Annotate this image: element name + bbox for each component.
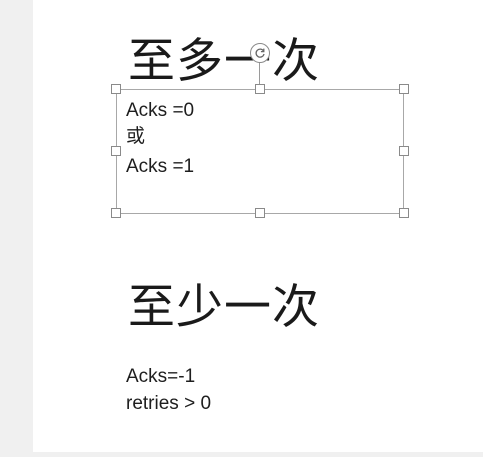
box-line-acks-1[interactable]: Acks =1: [126, 156, 194, 178]
box-line-acks-0[interactable]: Acks =0: [126, 100, 194, 122]
resize-handle-right[interactable]: [399, 146, 409, 156]
resize-handle-bottom-right[interactable]: [399, 208, 409, 218]
rotate-handle[interactable]: [250, 43, 270, 63]
heading-at-most-once[interactable]: 至多一次: [128, 36, 320, 88]
text-retries[interactable]: retries > 0: [126, 393, 211, 415]
selected-text-box[interactable]: Acks =0 或 Acks =1: [116, 89, 404, 214]
resize-handle-left[interactable]: [111, 146, 121, 156]
text-acks-minus-1[interactable]: Acks=-1: [126, 366, 195, 388]
heading-at-least-once[interactable]: 至少一次: [128, 282, 320, 334]
rotate-icon: [255, 48, 265, 58]
box-line-or[interactable]: 或: [126, 126, 145, 148]
resize-handle-bottom-left[interactable]: [111, 208, 121, 218]
resize-handle-top[interactable]: [255, 84, 265, 94]
resize-handle-top-left[interactable]: [111, 84, 121, 94]
resize-handle-top-right[interactable]: [399, 84, 409, 94]
resize-handle-bottom[interactable]: [255, 208, 265, 218]
